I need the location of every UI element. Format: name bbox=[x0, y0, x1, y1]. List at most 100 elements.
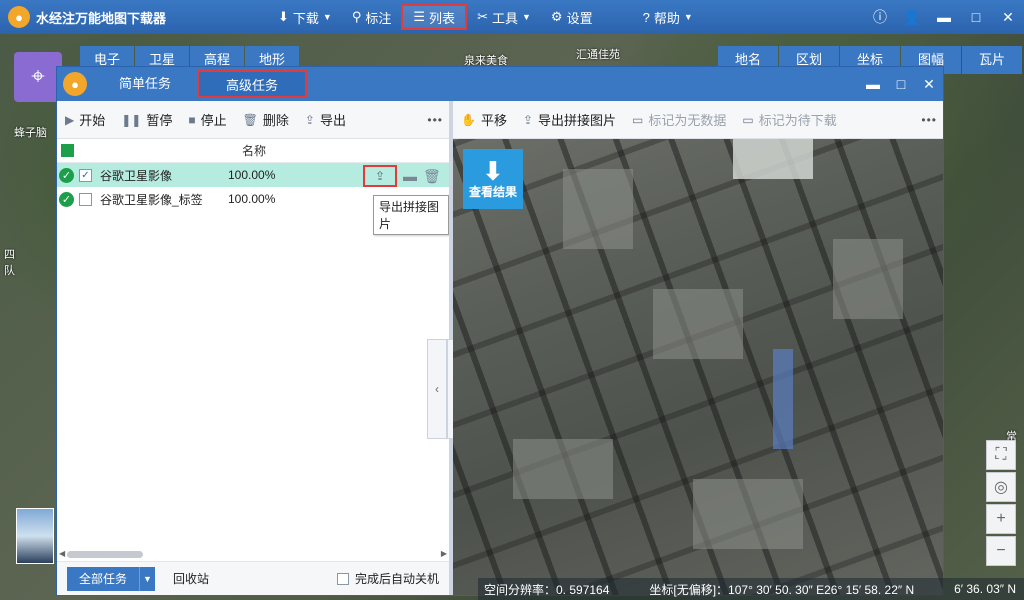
app-title: 水经注万能地图下载器 bbox=[36, 10, 167, 26]
minimize-icon[interactable]: ▬ bbox=[928, 9, 960, 25]
chevron-down-icon: ▼ bbox=[683, 12, 693, 22]
gear-icon: ⚙ bbox=[550, 9, 563, 24]
export-mosaic-icon[interactable]: ⇪ bbox=[363, 165, 397, 187]
menu-annotate[interactable]: ⚲ 标注 bbox=[342, 4, 402, 30]
download-mark-icon: ▭ bbox=[742, 112, 754, 127]
maximize-icon[interactable]: □ bbox=[887, 76, 915, 92]
task-list-dialog: ● 简单任务 高级任务 ▬ □ ✕ ▶ 开始 ❚❚ 暂停 ■ 停止 🗑 删除 ⇪ 导出 •… bbox=[56, 66, 944, 596]
auto-shutdown-checkbox[interactable]: 完成后自动关机 bbox=[336, 570, 439, 587]
all-tasks-dropdown[interactable]: 全部任务 ▼ bbox=[67, 566, 156, 591]
checkbox[interactable] bbox=[336, 572, 349, 585]
close-icon[interactable]: ✕ bbox=[992, 9, 1024, 26]
more-icon[interactable]: ••• bbox=[921, 113, 937, 127]
export-image-icon: ⇪ bbox=[304, 112, 315, 127]
tools-icon: ✂ bbox=[477, 9, 488, 24]
mark-pending-button[interactable]: ▭ 标记为待下载 bbox=[742, 110, 836, 129]
task-footer: 全部任务 ▼ 回收站 完成后自动关机 bbox=[57, 561, 449, 595]
menu-download[interactable]: ⬇ 下载 ▼ bbox=[268, 4, 342, 30]
pause-button[interactable]: ❚❚ 暂停 bbox=[121, 110, 172, 129]
dialog-logo-icon: ● bbox=[63, 72, 87, 96]
locate-icon[interactable]: ◎ bbox=[986, 472, 1016, 502]
horizontal-scrollbar[interactable]: ◀ ▶ bbox=[59, 549, 447, 559]
play-icon: ▶ bbox=[65, 112, 75, 127]
minimize-icon[interactable]: ▬ bbox=[859, 76, 887, 92]
chevron-down-icon: ▼ bbox=[139, 566, 155, 591]
tooltip: 导出拼接图片 bbox=[373, 195, 449, 235]
mark-no-data-button[interactable]: ▭ 标记为无数据 bbox=[632, 110, 726, 129]
chevron-left-icon[interactable]: ‹ bbox=[427, 339, 447, 439]
satellite-preview[interactable]: ⬇ 查看结果 bbox=[453, 139, 943, 595]
task-toolbar: ▶ 开始 ❚❚ 暂停 ■ 停止 🗑 删除 ⇪ 导出 ••• bbox=[57, 101, 449, 139]
more-icon[interactable]: ••• bbox=[427, 113, 443, 127]
task-list-pane: ▶ 开始 ❚❚ 暂停 ■ 停止 🗑 删除 ⇪ 导出 ••• 名称 ✓ ✓ 谷歌卫星影像 1… bbox=[57, 101, 449, 595]
task-progress: 100.00% bbox=[228, 168, 276, 182]
select-all-checkbox[interactable] bbox=[61, 144, 74, 157]
export-mosaic-button[interactable]: ⇪ 导出拼接图片 bbox=[523, 110, 616, 129]
pin-icon: ⚲ bbox=[351, 9, 362, 24]
help-icon: ? bbox=[642, 9, 650, 25]
main-menu: ⬇ 下载 ▼ ⚲ 标注 ☰ 列表 ✂ 工具 ▼ ⚙ 设置 ? 帮助 ▼ bbox=[268, 0, 703, 34]
fullscreen-icon[interactable]: ⛶ bbox=[986, 440, 1016, 470]
start-button[interactable]: ▶ 开始 bbox=[65, 110, 105, 129]
menu-tools[interactable]: ✂ 工具 ▼ bbox=[467, 4, 541, 30]
map-block bbox=[733, 139, 813, 179]
map-label: 汇通佳苑 bbox=[576, 49, 620, 61]
task-name: 谷歌卫星影像 bbox=[100, 168, 173, 183]
download-arrow-icon: ⬇ bbox=[482, 155, 504, 186]
menu-list[interactable]: ☰ 列表 bbox=[401, 4, 468, 30]
scroll-left-icon[interactable]: ◀ bbox=[59, 549, 65, 558]
map-label: 四 bbox=[4, 249, 15, 261]
zoom-in-icon[interactable]: + bbox=[986, 504, 1016, 534]
table-row[interactable]: ✓ ✓ 谷歌卫星影像 100.00% ⇪ ▬ 🗑 bbox=[57, 163, 449, 187]
preview-pane: ✋ 平移 ⇪ 导出拼接图片 ▭ 标记为无数据 ▭ 标记为待下载 ••• ⬇ 查看结果 bbox=[453, 101, 943, 595]
menu-help[interactable]: ? 帮助 ▼ bbox=[633, 4, 703, 30]
list-icon: ☰ bbox=[413, 9, 426, 24]
row-actions: ⇪ ▬ 🗑 bbox=[363, 165, 441, 187]
tab-simple-task[interactable]: 简单任务 bbox=[97, 70, 193, 98]
close-icon[interactable]: ✕ bbox=[915, 76, 943, 93]
stop-icon: ■ bbox=[188, 112, 196, 127]
scrollbar-thumb[interactable] bbox=[67, 551, 143, 558]
list-header: 名称 bbox=[57, 139, 449, 163]
tab-advanced-task[interactable]: 高级任务 bbox=[197, 70, 308, 98]
export-button[interactable]: ⇪ 导出 bbox=[305, 110, 346, 129]
column-name: 名称 bbox=[242, 144, 267, 158]
chevron-down-icon: ▼ bbox=[322, 12, 332, 22]
view-result-button[interactable]: ⬇ 查看结果 bbox=[463, 149, 523, 209]
user-icon[interactable]: 👤 bbox=[896, 9, 928, 26]
download-icon: ⬇ bbox=[278, 9, 289, 24]
dialog-controls: ▬ □ ✕ bbox=[859, 67, 943, 101]
map-block bbox=[693, 479, 803, 549]
info-icon[interactable]: ⓘ bbox=[864, 7, 896, 27]
trash-icon[interactable]: 🗑 bbox=[423, 168, 441, 185]
pan-button[interactable]: ✋ 平移 bbox=[461, 110, 507, 129]
overlay-tab-tile[interactable]: 瓦片 bbox=[962, 46, 1022, 74]
maximize-icon[interactable]: □ bbox=[960, 9, 992, 25]
dialog-header: ● 简单任务 高级任务 ▬ □ ✕ bbox=[57, 67, 943, 101]
app-title-area: ● 水经注万能地图下载器 bbox=[0, 6, 268, 28]
coordinate-readout: 坐标[无偏移]：107° 30′ 50. 30″ E26° 15′ 58. 22… bbox=[649, 582, 915, 597]
row-checkbox[interactable]: ✓ bbox=[79, 168, 92, 182]
window-controls: ⓘ 👤 ▬ □ ✕ bbox=[864, 0, 1024, 34]
app-logo-icon: ● bbox=[8, 6, 30, 28]
menu-settings[interactable]: ⚙ 设置 bbox=[541, 4, 603, 30]
layer-thumbnail[interactable] bbox=[16, 508, 54, 564]
folder-icon[interactable]: ▬ bbox=[403, 168, 417, 184]
stop-button[interactable]: ■ 停止 bbox=[188, 110, 226, 129]
resolution-readout: 空间分辨率：0. 597164 bbox=[484, 582, 610, 597]
check-circle-icon: ✓ bbox=[59, 191, 74, 207]
row-checkbox[interactable] bbox=[79, 192, 92, 206]
map-locate-icon[interactable]: ⌖ bbox=[14, 52, 62, 102]
map-block bbox=[773, 349, 793, 449]
map-block bbox=[513, 439, 613, 499]
status-bar: 空间分辨率：0. 597164 坐标[无偏移]：107° 30′ 50. 30″… bbox=[478, 578, 1024, 600]
map-label: 队 bbox=[4, 265, 15, 277]
scroll-right-icon[interactable]: ▶ bbox=[441, 549, 447, 558]
trash-icon: 🗑 bbox=[242, 112, 258, 127]
chevron-down-icon: ▼ bbox=[521, 12, 531, 22]
recycle-bin-link[interactable]: 回收站 bbox=[173, 570, 209, 587]
delete-button[interactable]: 🗑 删除 bbox=[243, 110, 289, 129]
zoom-out-icon[interactable]: − bbox=[986, 536, 1016, 566]
task-progress: 100.00% bbox=[228, 192, 276, 206]
pause-icon: ❚❚ bbox=[121, 112, 142, 127]
